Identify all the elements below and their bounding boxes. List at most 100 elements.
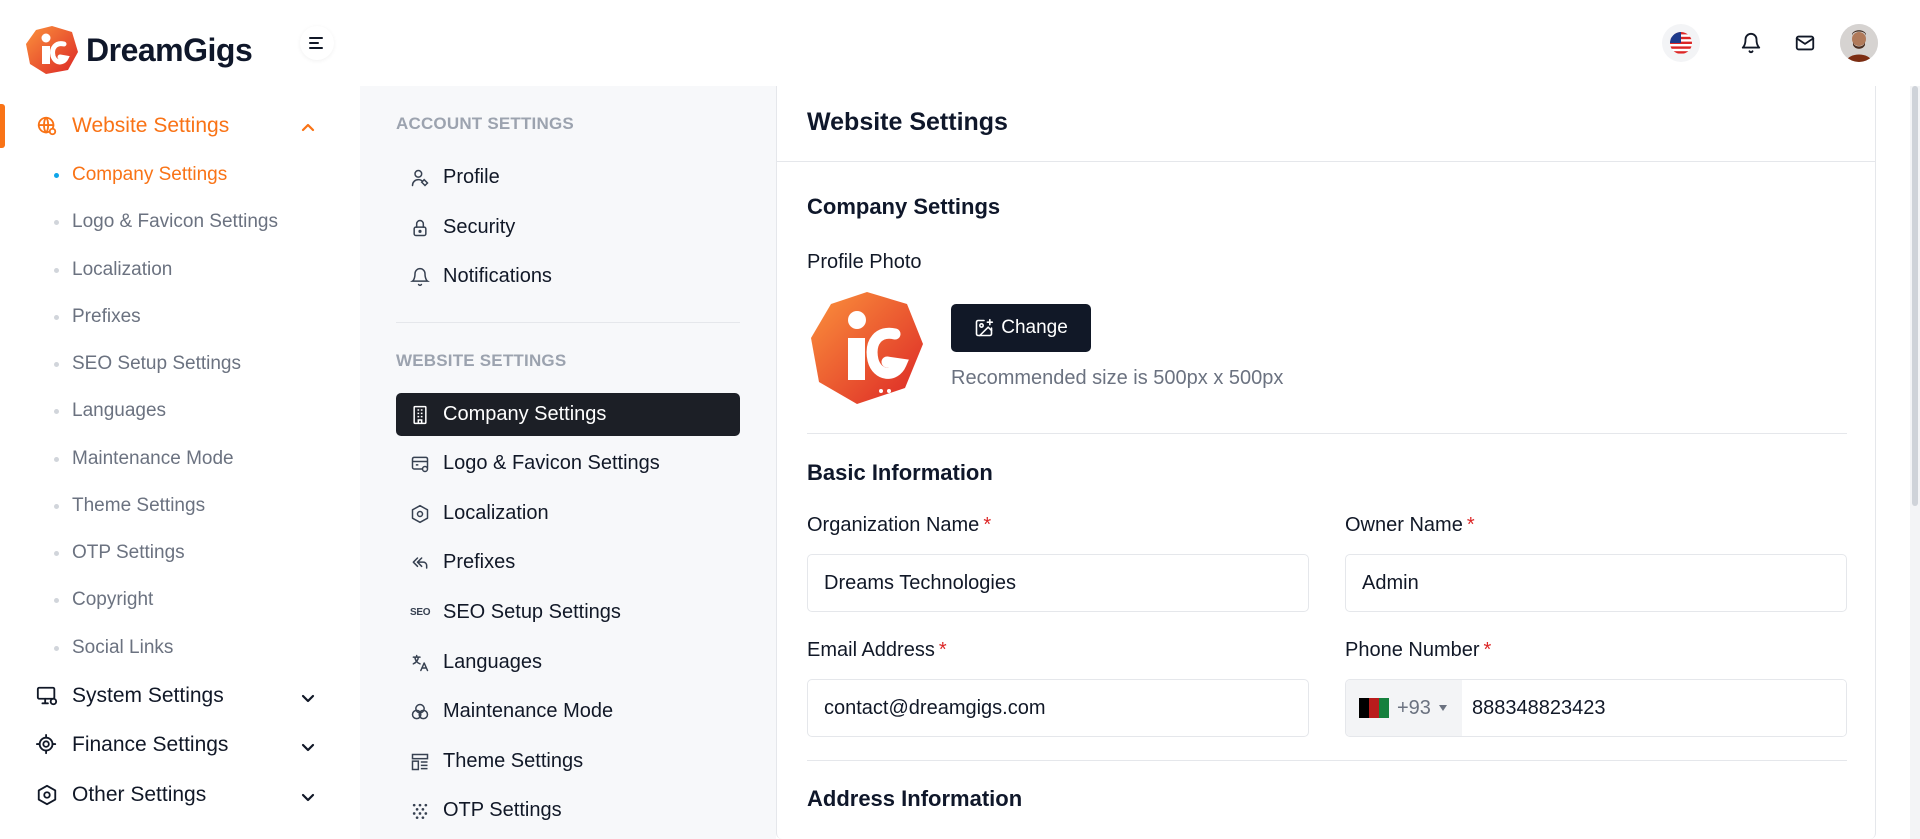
required-indicator: *	[1483, 639, 1492, 661]
sidebar-item-finance-settings[interactable]: Finance Settings	[36, 733, 228, 757]
page-scrollbar[interactable]	[1910, 86, 1920, 839]
translate-icon	[412, 654, 429, 671]
settings-nav-languages[interactable]: Languages	[396, 641, 740, 684]
active-section-indicator	[0, 104, 5, 148]
settings-nav-label: Maintenance Mode	[443, 700, 614, 722]
sidebar-item-system-settings[interactable]: System Settings	[36, 684, 224, 708]
required-indicator: *	[1466, 514, 1475, 536]
sidebar-item-other-settings[interactable]: Other Settings	[36, 783, 206, 807]
settings-nav-panel: ACCOUNT SETTINGS Profile Security Notifi…	[360, 86, 776, 839]
settings-nav-label: Localization	[443, 502, 549, 524]
user-avatar-button[interactable]	[1840, 24, 1878, 62]
country-code: +93	[1397, 696, 1431, 719]
main-sidebar: Website Settings Company Settings Logo &…	[0, 74, 360, 839]
circles-icon	[411, 703, 429, 719]
reply-arrow-icon	[412, 556, 428, 569]
settings-nav-label: Logo & Favicon Settings	[443, 452, 660, 474]
label-text: Email Address	[807, 639, 935, 661]
layout-settings-icon	[411, 456, 429, 472]
settings-nav-security[interactable]: Security	[396, 206, 740, 249]
sidebar-subitem-label: Social Links	[72, 637, 174, 658]
sidebar-subitem-maintenance-mode[interactable]: Maintenance Mode	[54, 448, 234, 470]
monitor-settings-icon	[36, 686, 58, 706]
email-address-input[interactable]	[807, 679, 1309, 737]
chevron-down-icon[interactable]	[300, 789, 316, 805]
notifications-button[interactable]	[1732, 24, 1770, 62]
organization-name-input[interactable]	[807, 554, 1309, 612]
bullet-icon	[54, 172, 59, 178]
sidebar-subitem-label: Languages	[72, 400, 167, 421]
settings-nav-localization[interactable]: Localization	[396, 492, 740, 535]
settings-nav-maintenance-mode[interactable]: Maintenance Mode	[396, 690, 740, 733]
owner-name-input[interactable]	[1345, 554, 1847, 612]
change-photo-button[interactable]: Change	[951, 304, 1091, 352]
phone-number-field: +93	[1345, 679, 1847, 737]
settings-nav-label: Prefixes	[443, 551, 516, 573]
settings-nav-prefixes[interactable]: Prefixes	[396, 541, 740, 584]
sidebar-subitem-otp-settings[interactable]: OTP Settings	[54, 542, 185, 564]
sidebar-subitem-prefixes[interactable]: Prefixes	[54, 306, 141, 328]
top-bar: DreamGigs	[0, 0, 1920, 86]
chevron-up-icon[interactable]	[300, 120, 316, 136]
settings-nav-notifications[interactable]: Notifications	[396, 255, 740, 298]
website-settings-heading: WEBSITE SETTINGS	[396, 351, 567, 370]
settings-nav-company-settings[interactable]: Company Settings	[396, 393, 740, 436]
settings-nav-otp-settings[interactable]: OTP Settings	[396, 789, 740, 832]
required-indicator: *	[983, 514, 992, 536]
account-settings-heading: ACCOUNT SETTINGS	[396, 114, 574, 133]
bell-icon	[410, 267, 430, 286]
sidebar-subitem-localization[interactable]: Localization	[54, 259, 172, 281]
settings-nav-logo-favicon[interactable]: Logo & Favicon Settings	[396, 442, 740, 485]
afghanistan-flag-icon	[1359, 698, 1389, 718]
messages-button[interactable]	[1786, 24, 1824, 62]
settings-nav-theme-settings[interactable]: Theme Settings	[396, 740, 740, 783]
photo-size-hint: Recommended size is 500px x 500px	[951, 367, 1284, 389]
user-icon	[411, 169, 429, 187]
bullet-icon	[54, 456, 59, 462]
sidebar-item-label: Other Settings	[72, 783, 207, 806]
sidebar-subitem-company-settings[interactable]: Company Settings	[54, 164, 227, 186]
sidebar-subitem-label: Copyright	[72, 589, 154, 610]
phone-number-input[interactable]	[1462, 680, 1846, 736]
language-selector-button[interactable]	[1662, 24, 1700, 62]
settings-nav-label: OTP Settings	[443, 799, 562, 821]
sidebar-subitem-logo-favicon[interactable]: Logo & Favicon Settings	[54, 211, 278, 233]
sidebar-subitem-social-links[interactable]: Social Links	[54, 637, 173, 659]
sidebar-subitem-label: OTP Settings	[72, 542, 185, 563]
image-plus-icon	[975, 318, 994, 337]
bullet-icon	[54, 267, 59, 273]
settings-nav-profile[interactable]: Profile	[396, 156, 740, 199]
mail-icon	[1795, 35, 1815, 51]
chevron-down-icon[interactable]	[300, 690, 316, 706]
sidebar-toggle-button[interactable]	[300, 26, 334, 60]
sidebar-subitem-languages[interactable]: Languages	[54, 400, 166, 422]
profile-photo-label: Profile Photo	[807, 251, 922, 273]
nav-divider	[396, 322, 740, 323]
hexagon-icon	[411, 504, 429, 523]
sidebar-item-label: System Settings	[72, 684, 224, 707]
bullet-icon	[54, 550, 59, 556]
coin-settings-icon	[36, 734, 57, 755]
owner-name-label: Owner Name *	[1345, 514, 1475, 537]
seo-icon: SEO	[410, 607, 431, 618]
bullet-icon	[54, 408, 59, 414]
hexagon-settings-icon	[37, 784, 57, 806]
caret-down-icon	[1438, 705, 1447, 711]
sidebar-subitem-theme-settings[interactable]: Theme Settings	[54, 495, 205, 517]
sidebar-subitem-copyright[interactable]: Copyright	[54, 589, 153, 611]
bell-icon	[1741, 33, 1761, 54]
layout-list-icon	[411, 753, 429, 770]
sidebar-item-label: Website Settings	[72, 114, 230, 137]
organization-name-label: Organization Name *	[807, 514, 991, 537]
sidebar-item-website-settings[interactable]: Website Settings	[36, 114, 229, 138]
email-address-label: Email Address *	[807, 639, 947, 662]
sidebar-subitem-seo-setup[interactable]: SEO Setup Settings	[54, 353, 241, 375]
chevron-down-icon[interactable]	[300, 739, 316, 755]
brand-logo[interactable]: DreamGigs	[24, 24, 253, 76]
page-title: Website Settings	[807, 108, 1008, 136]
settings-nav-seo-setup[interactable]: SEO SEO Setup Settings	[396, 591, 740, 634]
country-code-selector[interactable]: +93	[1346, 680, 1462, 736]
section-divider	[807, 760, 1847, 761]
scrollbar-thumb[interactable]	[1912, 86, 1918, 506]
label-text: Owner Name	[1345, 514, 1463, 536]
